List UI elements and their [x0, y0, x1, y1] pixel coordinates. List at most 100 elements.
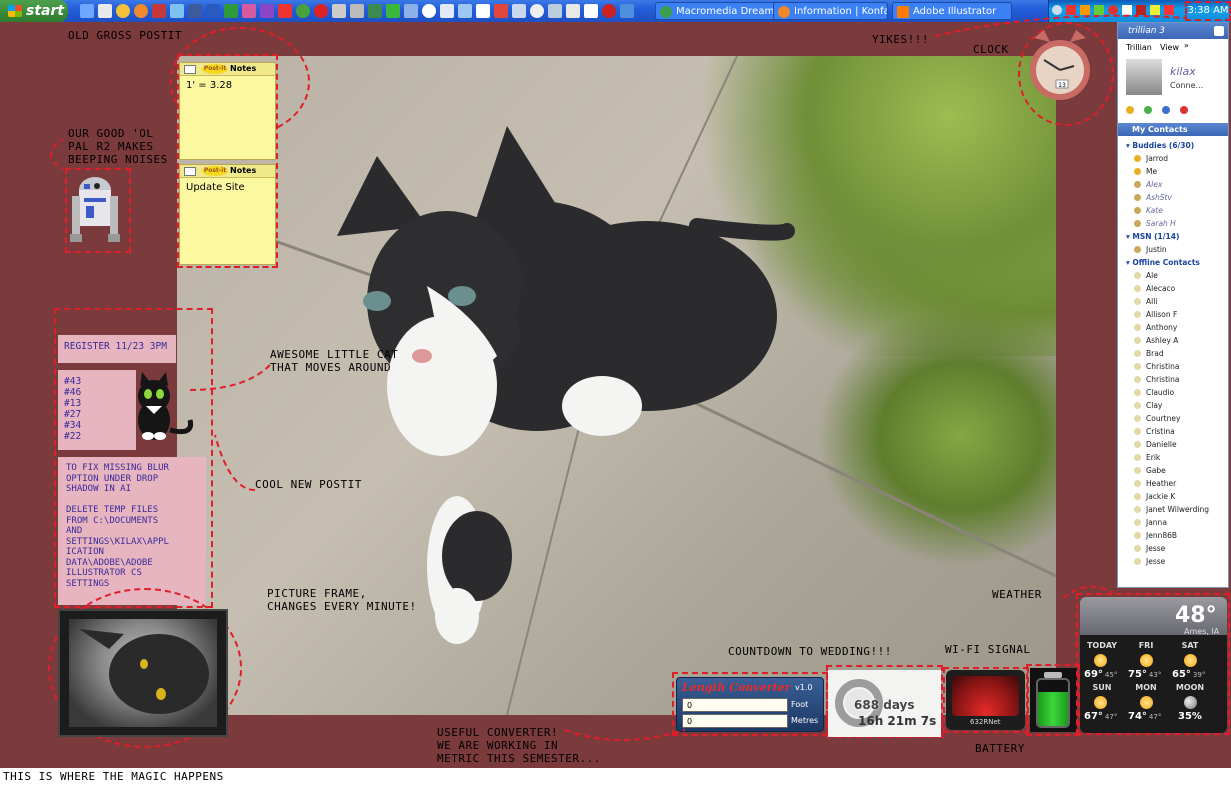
contact-item[interactable]: Heather: [1118, 477, 1218, 490]
pink-note-register[interactable]: Register 11/23 3PM: [58, 335, 176, 363]
app-icon[interactable]: [152, 4, 166, 18]
contact-item[interactable]: Jarrod: [1118, 152, 1218, 165]
cat-clock-widget[interactable]: 13: [1030, 30, 1090, 115]
status-icon[interactable]: [1144, 106, 1152, 114]
app-icon[interactable]: [494, 4, 508, 18]
postit-titlebar[interactable]: Post-it Notes: [180, 165, 275, 178]
app-icon[interactable]: [530, 4, 544, 18]
app-icon[interactable]: [602, 4, 616, 18]
app-icon[interactable]: [188, 4, 202, 18]
menu-more[interactable]: »: [1184, 41, 1189, 50]
postit-titlebar[interactable]: Post-it Notes: [180, 63, 275, 76]
contact-item[interactable]: Christina: [1118, 360, 1218, 373]
trillian-titlebar[interactable]: trillian 3: [1118, 23, 1228, 39]
contact-item[interactable]: AshStv: [1118, 191, 1218, 204]
app-icon[interactable]: [404, 4, 418, 18]
wifi-widget[interactable]: 632RNet: [946, 670, 1025, 730]
menu-view[interactable]: View: [1160, 43, 1179, 52]
contact-item[interactable]: Christina: [1118, 373, 1218, 386]
trillian-window[interactable]: trillian 3 Trillian View » kilax Conne..…: [1117, 22, 1229, 588]
winamp-icon[interactable]: [116, 4, 130, 18]
contact-item[interactable]: Danielle: [1118, 438, 1218, 451]
metres-input[interactable]: 0: [682, 714, 788, 728]
app-icon[interactable]: [260, 4, 274, 18]
contact-item[interactable]: Jesse: [1118, 555, 1218, 568]
contact-item[interactable]: Cristina: [1118, 425, 1218, 438]
app-icon[interactable]: [170, 4, 184, 18]
status-icon[interactable]: [1180, 106, 1188, 114]
contact-item[interactable]: Alecaco: [1118, 282, 1218, 295]
pink-note-numbers[interactable]: #43 #46 #13 #27 #34 #22: [58, 370, 136, 450]
contact-item[interactable]: Sarah H: [1118, 217, 1218, 230]
contact-item[interactable]: Kate: [1118, 204, 1218, 217]
app-icon[interactable]: [458, 4, 472, 18]
status-text[interactable]: Conne...: [1170, 81, 1203, 90]
menu-trillian[interactable]: Trillian: [1126, 43, 1152, 52]
contact-item[interactable]: Me: [1118, 165, 1218, 178]
start-button[interactable]: start: [0, 0, 68, 22]
contact-list[interactable]: ▾ Buddies (6/30) Jarrod Me Alex AshStv Kate Sa…: [1118, 139, 1228, 579]
app-icon[interactable]: [332, 4, 346, 18]
task-firefox[interactable]: Information | Konfab...: [773, 2, 888, 20]
foot-input[interactable]: 0: [682, 698, 788, 712]
app-icon[interactable]: [620, 4, 634, 18]
excel-icon[interactable]: [224, 4, 238, 18]
contact-item[interactable]: Alex: [1118, 178, 1218, 191]
contact-group[interactable]: ▾ Offline Contacts: [1118, 256, 1226, 269]
contact-item[interactable]: Brad: [1118, 347, 1218, 360]
app-icon[interactable]: [242, 4, 256, 18]
firefox-icon[interactable]: [134, 4, 148, 18]
contact-item[interactable]: Jackie K: [1118, 490, 1218, 503]
app-icon[interactable]: [278, 4, 292, 18]
r2d2-icon[interactable]: [70, 176, 120, 244]
app-icon[interactable]: [422, 4, 436, 18]
app-icon[interactable]: [296, 4, 310, 18]
contact-item[interactable]: Courtney: [1118, 412, 1218, 425]
contact-item[interactable]: Justin: [1118, 243, 1218, 256]
contact-item[interactable]: Claudio: [1118, 386, 1218, 399]
contact-group[interactable]: ▾ Buddies (6/30): [1118, 139, 1226, 152]
show-desktop-icon[interactable]: [80, 4, 94, 18]
status-icon[interactable]: [1162, 106, 1170, 114]
app-icon[interactable]: [566, 4, 580, 18]
checkbox-icon[interactable]: [184, 65, 196, 74]
contact-item[interactable]: Allison F: [1118, 308, 1218, 321]
postit-note[interactable]: Post-it Notes Update Site: [179, 164, 276, 265]
app-icon[interactable]: [350, 4, 364, 18]
app-icon[interactable]: [476, 4, 490, 18]
contact-item[interactable]: Ashley A: [1118, 334, 1218, 347]
app-icon[interactable]: [584, 4, 598, 18]
checkbox-icon[interactable]: [184, 167, 196, 176]
contact-item[interactable]: Ale: [1118, 269, 1218, 282]
task-dreamweaver[interactable]: Macromedia Dreamw...: [655, 2, 785, 20]
contact-item[interactable]: Erik: [1118, 451, 1218, 464]
contact-item[interactable]: Jenn86B: [1118, 529, 1218, 542]
postit-note[interactable]: Post-it Notes 1' = 3.28: [179, 62, 276, 160]
contact-item[interactable]: Clay: [1118, 399, 1218, 412]
app-icon[interactable]: [314, 4, 328, 18]
contact-item[interactable]: Janet Wilwerding: [1118, 503, 1218, 516]
explorer-icon[interactable]: [98, 4, 112, 18]
contact-item[interactable]: Alli: [1118, 295, 1218, 308]
app-icon[interactable]: [386, 4, 400, 18]
contact-item[interactable]: Janna: [1118, 516, 1218, 529]
username[interactable]: kilax: [1170, 65, 1196, 78]
contact-item[interactable]: Gabe: [1118, 464, 1218, 477]
weather-widget[interactable]: 48° Ames, IA TODAY FRI SAT 69° 45° 75° 43°…: [1080, 597, 1227, 733]
pink-note-blur-fix[interactable]: To fix missing blur option under drop sh…: [58, 457, 206, 605]
postit-text[interactable]: 1' = 3.28: [180, 76, 275, 95]
avatar[interactable]: [1126, 59, 1162, 95]
postit-text[interactable]: Update Site: [180, 178, 275, 197]
battery-widget[interactable]: [1030, 668, 1077, 732]
app-icon[interactable]: [512, 4, 526, 18]
status-icon[interactable]: [1126, 106, 1134, 114]
picture-frame-widget[interactable]: [58, 609, 228, 737]
length-converter-widget[interactable]: Length Converter v1.0 0 Foot 0 Metres: [676, 677, 824, 732]
close-icon[interactable]: [1214, 26, 1224, 36]
countdown-widget[interactable]: 688 days 16h 21m 7s: [828, 670, 941, 737]
contact-group[interactable]: ▾ MSN (1/14): [1118, 230, 1226, 243]
contact-item[interactable]: Anthony: [1118, 321, 1218, 334]
contact-item[interactable]: Jesse: [1118, 542, 1218, 555]
app-icon[interactable]: [548, 4, 562, 18]
app-icon[interactable]: [368, 4, 382, 18]
